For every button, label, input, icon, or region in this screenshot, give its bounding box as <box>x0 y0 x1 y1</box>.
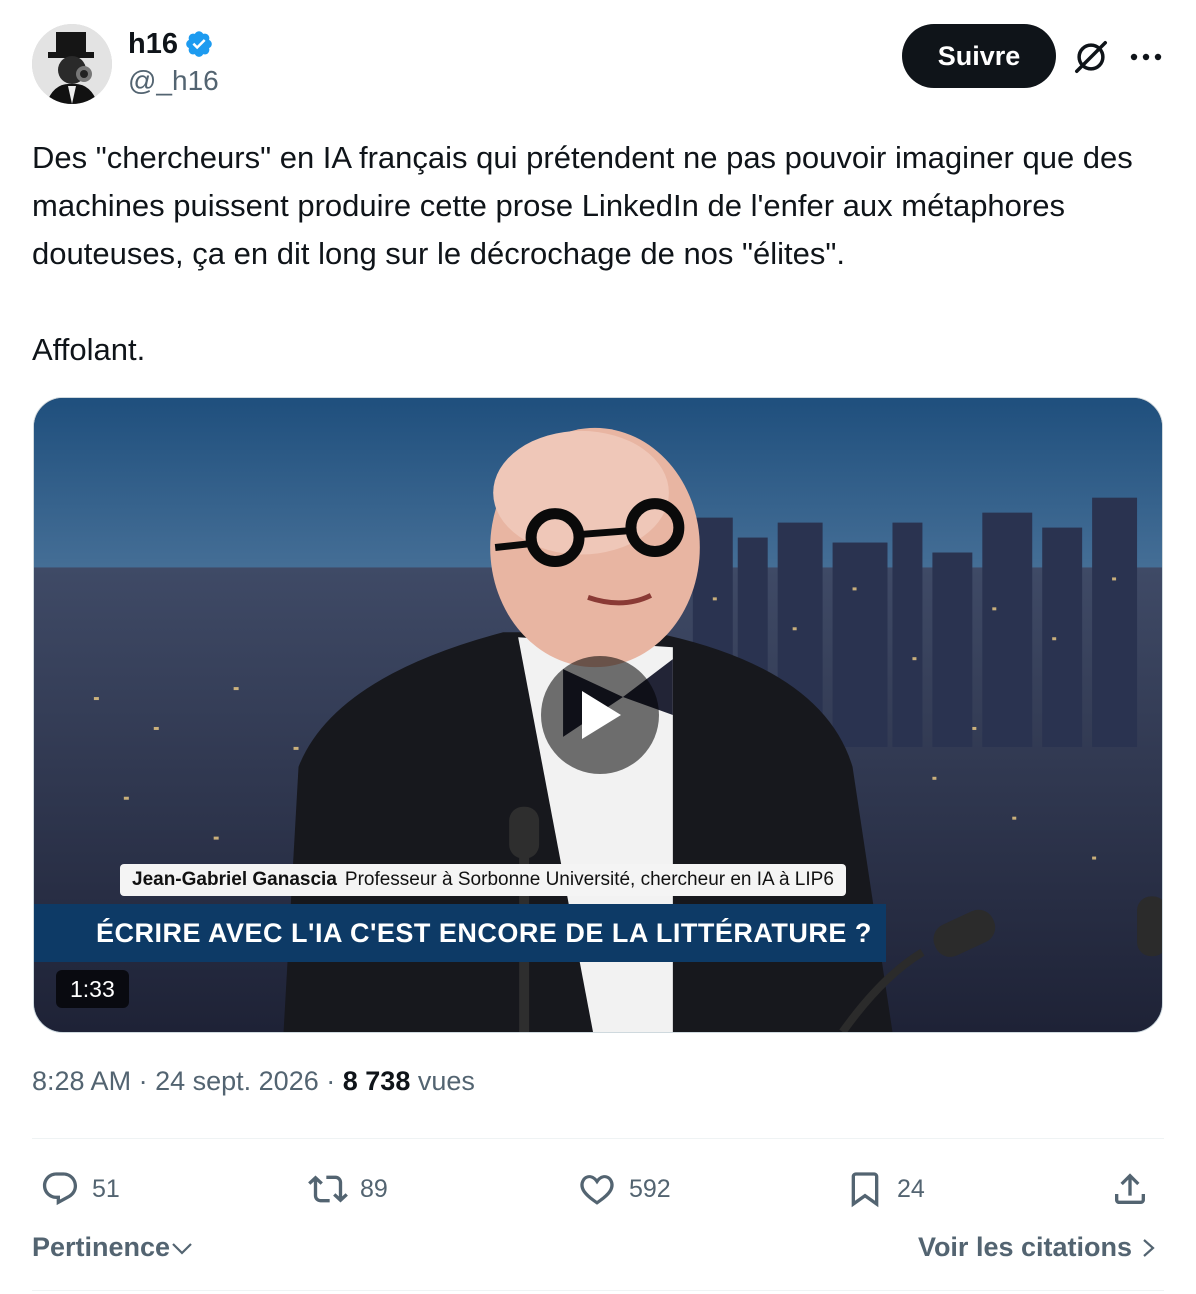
bookmark-icon <box>851 1172 879 1208</box>
action-bar: 51 89 592 24 <box>32 1160 1164 1218</box>
share-button[interactable] <box>1110 1160 1162 1218</box>
lower-third-title: Professeur à Sorbonne Université, cherch… <box>344 869 834 890</box>
view-quotes-label: Voir les citations <box>917 1232 1132 1262</box>
sort-label: Pertinence <box>32 1232 171 1262</box>
meta-separator: · <box>326 1066 336 1096</box>
reply-button[interactable]: 51 <box>40 1160 120 1218</box>
like-count: 592 <box>629 1174 671 1203</box>
author-names: h16 @_h16 <box>128 28 219 98</box>
meta-separator: · <box>138 1066 148 1096</box>
play-icon <box>582 691 621 739</box>
bookmark-button[interactable]: 24 <box>845 1160 925 1218</box>
tweet-date[interactable]: 24 sept. 2026 <box>155 1066 319 1096</box>
heart-icon <box>580 1175 614 1205</box>
reply-icon <box>42 1172 78 1206</box>
follow-button[interactable]: Suivre <box>902 24 1056 88</box>
video-player[interactable]: Jean-Gabriel Ganascia Professeur à Sorbo… <box>33 397 1163 1033</box>
display-name[interactable]: h16 <box>128 28 178 60</box>
display-name-row[interactable]: h16 <box>128 28 219 60</box>
tweet-text: Des "chercheurs" en IA français qui prét… <box>32 134 1152 374</box>
views-label: vues <box>417 1066 475 1096</box>
sort-dropdown[interactable]: Pertinence <box>32 1232 194 1263</box>
tweet-paragraph: Affolant. <box>32 332 146 367</box>
bookmark-count: 24 <box>897 1174 925 1203</box>
reply-count: 51 <box>92 1174 120 1203</box>
avatar-image <box>32 24 112 104</box>
verified-badge-icon <box>186 31 212 57</box>
repost-button[interactable]: 89 <box>308 1160 388 1218</box>
play-button[interactable] <box>541 656 659 774</box>
lower-third-name: Jean-Gabriel Ganascia <box>132 869 337 890</box>
grok-icon[interactable] <box>1072 38 1110 76</box>
divider <box>32 1138 1164 1139</box>
chevron-right-icon <box>1143 1238 1155 1257</box>
tweet-header: h16 @_h16 Suivre <box>32 22 1164 106</box>
like-button[interactable]: 592 <box>577 1160 671 1218</box>
tweet-paragraph: Des "chercheurs" en IA français qui prét… <box>32 140 1133 271</box>
divider <box>32 1290 1164 1291</box>
chevron-down-icon <box>172 1242 192 1255</box>
tweet-time[interactable]: 8:28 AM <box>32 1066 131 1096</box>
share-icon <box>1115 1173 1145 1204</box>
more-icon[interactable] <box>1128 44 1164 70</box>
headline-banner: ÉCRIRE AVEC L'IA C'EST ENCORE DE LA LITT… <box>34 904 886 962</box>
video-duration: 1:33 <box>56 970 129 1008</box>
avatar[interactable] <box>32 24 112 104</box>
view-quotes-link[interactable]: Voir les citations <box>918 1232 1158 1263</box>
repost-icon <box>308 1175 348 1203</box>
author-handle[interactable]: @_h16 <box>128 64 219 98</box>
lower-third: Jean-Gabriel Ganascia Professeur à Sorbo… <box>120 864 846 896</box>
views-count: 8 738 <box>342 1066 411 1096</box>
tweet-meta: 8:28 AM · 24 sept. 2026 · 8 738 vues <box>32 1066 475 1097</box>
repost-count: 89 <box>360 1174 388 1203</box>
